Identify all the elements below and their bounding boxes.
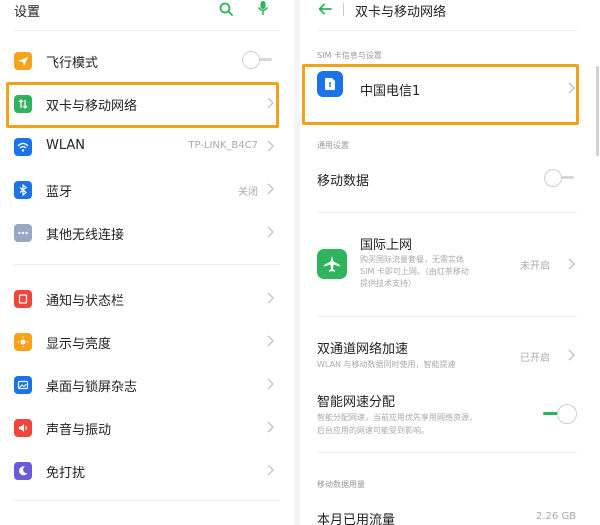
search-icon[interactable] — [219, 2, 233, 16]
bluetooth-label: 蓝牙 — [46, 185, 73, 200]
chevron-right-icon — [267, 183, 274, 195]
sidebar-item-other-wireless[interactable]: 其他无线连接 — [0, 212, 294, 254]
sound-icon — [14, 419, 32, 437]
sidebar-item-wallpaper[interactable]: 桌面与锁屏杂志 — [0, 364, 294, 406]
dual-channel-accel-row[interactable]: 双通道网络加速 WLAN 与移动数据同时使用，智能提速 已开启 — [300, 330, 600, 374]
airplane-icon — [317, 249, 347, 279]
highlight-box — [302, 64, 579, 125]
sidebar-item-bluetooth[interactable]: 蓝牙 关闭 — [0, 169, 294, 211]
divider — [14, 264, 280, 265]
smart-allocation-desc: 后台应用的网速可能受到影响。 — [317, 426, 429, 435]
smart-allocation-desc: 智能分配网速，当前应用优先享用网络资源， — [317, 413, 477, 422]
sidebar-item-do-not-disturb[interactable]: 免打扰 — [0, 450, 294, 492]
dual-channel-accel-status: 已开启 — [520, 353, 550, 364]
dual-channel-accel-title: 双通道网络加速 — [317, 342, 409, 357]
mobile-data-label: 移动数据 — [317, 174, 370, 189]
smart-allocation-title: 智能网速分配 — [317, 395, 396, 410]
chevron-right-icon — [267, 335, 274, 347]
sidebar-item-notifications[interactable]: 通知与状态栏 — [0, 278, 294, 320]
airplane-mode-label: 飞行模式 — [46, 56, 99, 71]
divider — [317, 212, 577, 213]
chevron-right-icon — [267, 421, 274, 433]
header-separator — [343, 3, 344, 16]
chevron-right-icon — [267, 378, 274, 390]
sidebar-item-display[interactable]: 显示与亮度 — [0, 321, 294, 363]
sound-label: 声音与振动 — [46, 423, 112, 438]
monthly-usage-label: 本月已用流量 — [317, 513, 396, 525]
airplane-icon — [14, 52, 32, 70]
section-title-general: 通用设置 — [317, 141, 349, 150]
section-title-sim: SIM 卡信息与设置 — [317, 51, 382, 60]
divider — [14, 30, 280, 31]
wallpaper-label: 桌面与锁屏杂志 — [46, 380, 138, 395]
airplane-mode-row: 飞行模式 — [0, 40, 294, 82]
international-roaming-desc: SIM 卡即可上网。（由红茶移动 — [360, 267, 469, 276]
divider — [14, 500, 280, 501]
chevron-right-icon — [267, 292, 274, 304]
section-title-usage: 移动数据用量 — [317, 480, 365, 489]
international-roaming-desc: 提供技术支持） — [360, 279, 416, 288]
dual-sim-header: 双卡与移动网络 — [300, 0, 600, 22]
back-arrow-icon[interactable] — [318, 3, 332, 15]
highlight-box — [6, 82, 279, 128]
bluetooth-status: 关闭 — [238, 187, 258, 198]
dual-channel-accel-desc: WLAN 与移动数据同时使用，智能提速 — [317, 360, 456, 369]
chevron-right-icon — [267, 226, 274, 238]
divider — [317, 316, 577, 317]
monthly-usage-value: 2.26 GB — [536, 511, 577, 522]
airplane-mode-toggle[interactable] — [242, 51, 272, 69]
more-connections-icon — [14, 224, 32, 242]
chevron-right-icon — [267, 464, 274, 476]
settings-header: 设置 — [0, 0, 294, 22]
sidebar-item-wlan[interactable]: WLAN TP-LINK_B4C7 — [0, 126, 294, 168]
page-title: 设置 — [14, 5, 41, 20]
do-not-disturb-label: 免打扰 — [46, 466, 86, 481]
wallpaper-icon — [14, 376, 32, 394]
notification-icon — [14, 290, 32, 308]
notifications-label: 通知与状态栏 — [46, 294, 125, 309]
page-title: 双卡与移动网络 — [355, 5, 447, 20]
scrollbar[interactable] — [596, 66, 599, 156]
chevron-right-icon — [568, 258, 575, 270]
international-roaming-title: 国际上网 — [360, 238, 413, 253]
wlan-label: WLAN — [46, 138, 86, 153]
other-wireless-label: 其他无线连接 — [46, 228, 125, 243]
bluetooth-icon — [14, 181, 32, 199]
microphone-icon[interactable] — [256, 0, 270, 16]
chevron-right-icon — [267, 140, 274, 152]
smart-allocation-toggle[interactable] — [543, 404, 577, 424]
dual-sim-panel: 双卡与移动网络 SIM 卡信息与设置 中国电信1 通用设置 移动数据 国际上网 … — [300, 0, 600, 525]
international-roaming-desc: 购买国际流量套餐，无需实体 — [360, 255, 464, 264]
brightness-icon — [14, 333, 32, 351]
settings-panel: 设置 飞行模式 双卡与移动网络 WLAN TP-LINK_B4C7 蓝牙 关闭 … — [0, 0, 294, 525]
wifi-icon — [14, 138, 32, 156]
chevron-right-icon — [568, 349, 575, 361]
international-roaming-status: 未开启 — [520, 261, 550, 272]
mobile-data-toggle[interactable] — [544, 169, 574, 187]
sidebar-item-sound[interactable]: 声音与振动 — [0, 407, 294, 449]
international-roaming-row[interactable]: 国际上网 购买国际流量套餐，无需实体 SIM 卡即可上网。（由红茶移动 提供技术… — [300, 228, 600, 298]
wlan-network-name: TP-LINK_B4C7 — [188, 140, 258, 151]
display-label: 显示与亮度 — [46, 337, 112, 352]
do-not-disturb-icon — [14, 462, 32, 480]
divider — [317, 30, 577, 31]
divider — [317, 452, 577, 453]
